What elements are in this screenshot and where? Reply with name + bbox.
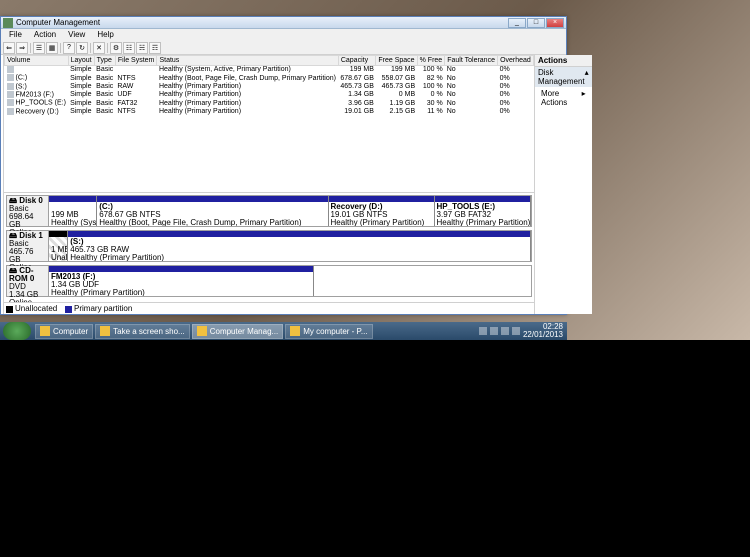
extra1-button[interactable]: ☵ <box>136 42 148 54</box>
volume-row[interactable]: HP_TOOLS (E:)SimpleBasicFAT32Healthy (Pr… <box>5 99 534 107</box>
partition[interactable]: HP_TOOLS (E:)3.97 GB FAT32Healthy (Prima… <box>435 196 531 226</box>
disk-map[interactable]: 🖴 Disk 0Basic698.64 GBOnline199 MBHealth… <box>4 192 534 302</box>
volume-row[interactable]: Recovery (D:)SimpleBasicNTFSHealthy (Pri… <box>5 108 534 116</box>
menu-help[interactable]: Help <box>91 29 119 41</box>
menu-file[interactable]: File <box>3 29 28 41</box>
taskbar: ComputerTake a screen sho...Computer Man… <box>0 322 567 340</box>
collapse-icon: ▴ <box>585 68 589 86</box>
legend: Unallocated Primary partition <box>4 302 534 314</box>
minimize-button[interactable]: _ <box>508 18 526 28</box>
app-icon <box>3 18 13 28</box>
network-icon[interactable] <box>490 327 498 335</box>
volume-list[interactable]: VolumeLayoutTypeFile SystemStatusCapacit… <box>4 55 534 192</box>
partition[interactable]: Recovery (D:)19.01 GB NTFSHealthy (Prima… <box>329 196 435 226</box>
column-header[interactable]: Layout <box>68 56 94 66</box>
close-button[interactable]: × <box>546 18 564 28</box>
toolbar: ⇐ ⇒ ☰ ▦ ? ↻ ✕ ⚙ ☷ ☵ ☶ <box>1 41 566 55</box>
taskbar-button[interactable]: Take a screen sho... <box>95 324 190 339</box>
partition[interactable]: 1 MBUnal <box>49 231 68 261</box>
column-header[interactable]: Free Space <box>376 56 417 66</box>
extra2-button[interactable]: ☶ <box>149 42 161 54</box>
disk-row[interactable]: 🖴 Disk 1Basic465.76 GBOnline1 MBUnal(S:)… <box>6 230 532 262</box>
list-button[interactable]: ☷ <box>123 42 135 54</box>
taskbar-button[interactable]: Computer <box>35 324 93 339</box>
forward-button[interactable]: ⇒ <box>16 42 28 54</box>
menu-action[interactable]: Action <box>28 29 62 41</box>
menubar: File Action View Help <box>1 29 566 41</box>
column-header[interactable]: Type <box>94 56 115 66</box>
column-header[interactable]: Capacity <box>338 56 376 66</box>
start-button[interactable] <box>3 322 31 340</box>
window-title: Computer Management <box>16 18 508 27</box>
x-button[interactable]: ✕ <box>93 42 105 54</box>
partition[interactable]: (C:)678.67 GB NTFSHealthy (Boot, Page Fi… <box>97 196 328 226</box>
actions-sub[interactable]: Disk Management▴ <box>535 67 592 87</box>
settings-button[interactable]: ⚙ <box>110 42 122 54</box>
more-actions[interactable]: More Actions▸ <box>535 87 592 109</box>
back-button[interactable]: ⇐ <box>3 42 15 54</box>
column-header[interactable]: Overhead <box>498 56 534 66</box>
actions-header: Actions <box>535 55 592 67</box>
clock-date: 22/01/2013 <box>523 331 563 339</box>
actions-pane: Actions Disk Management▴ More Actions▸ <box>535 55 592 314</box>
column-header[interactable]: % Free <box>417 56 445 66</box>
titlebar[interactable]: Computer Management _ □ × <box>1 17 566 29</box>
volume-row[interactable]: FM2013 (F:)SimpleBasicUDFHealthy (Primar… <box>5 91 534 99</box>
disk-row[interactable]: 🖴 Disk 0Basic698.64 GBOnline199 MBHealth… <box>6 195 532 227</box>
volume-row[interactable]: (C:)SimpleBasicNTFSHealthy (Boot, Page F… <box>5 74 534 82</box>
partition[interactable]: FM2013 (F:)1.34 GB UDFHealthy (Primary P… <box>49 266 314 296</box>
volume-row[interactable]: (S:)SimpleBasicRAWHealthy (Primary Parti… <box>5 83 534 91</box>
help-button[interactable]: ? <box>63 42 75 54</box>
properties-button[interactable]: ▦ <box>46 42 58 54</box>
volume-row[interactable]: SimpleBasicHealthy (System, Active, Prim… <box>5 66 534 75</box>
column-header[interactable]: File System <box>115 56 157 66</box>
refresh-button[interactable]: ↻ <box>76 42 88 54</box>
menu-view[interactable]: View <box>62 29 91 41</box>
chevron-right-icon: ▸ <box>582 89 586 107</box>
partition[interactable]: (S:)465.73 GB RAWHealthy (Primary Partit… <box>68 231 531 261</box>
volume-icon[interactable] <box>501 327 509 335</box>
disk-row[interactable]: 🖴 CD-ROM 0DVD1.34 GBOnlineFM2013 (F:)1.3… <box>6 265 532 297</box>
taskbar-button[interactable]: Computer Manag... <box>192 324 283 339</box>
taskbar-button[interactable]: My computer - P... <box>285 324 372 339</box>
computer-management-window: Computer Management _ □ × File Action Vi… <box>0 16 567 315</box>
flag-icon[interactable] <box>512 327 520 335</box>
system-tray[interactable]: 02:28 22/01/2013 <box>475 323 567 339</box>
partition[interactable]: 199 MBHealthy (System, Ac <box>49 196 97 226</box>
column-header[interactable]: Status <box>157 56 338 66</box>
maximize-button[interactable]: □ <box>527 18 545 28</box>
column-header[interactable]: Fault Tolerance <box>445 56 498 66</box>
show-hide-button[interactable]: ☰ <box>33 42 45 54</box>
column-header[interactable]: Volume <box>5 56 69 66</box>
tray-icon[interactable] <box>479 327 487 335</box>
